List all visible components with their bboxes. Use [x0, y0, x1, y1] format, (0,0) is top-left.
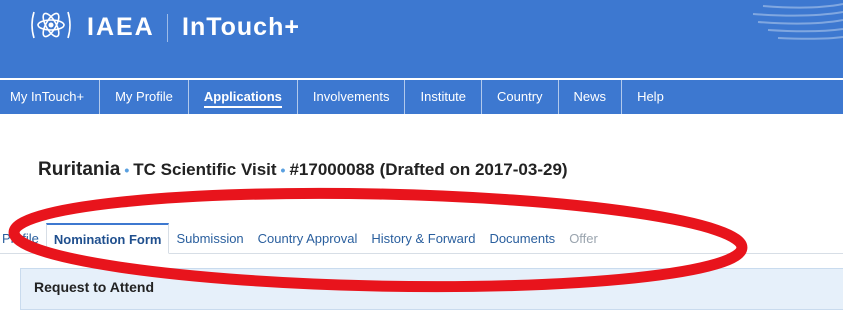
app-header: IAEA InTouch+ [0, 0, 843, 78]
nav-news[interactable]: News [559, 80, 623, 114]
page-title: Ruritania • TC Scientific Visit • #17000088 … [38, 159, 568, 181]
title-separator-dot: • [280, 162, 286, 178]
application-tabs: Profile Nomination Form Submission Count… [0, 222, 843, 254]
nav-applications[interactable]: Applications [189, 80, 298, 114]
page-title-drafted: (Drafted on 2017-03-29) [379, 160, 568, 179]
header-top-bar: IAEA InTouch+ [0, 0, 843, 48]
main-nav: My InTouch+ My Profile Applications Invo… [0, 80, 843, 114]
nav-country[interactable]: Country [482, 80, 559, 114]
atom-emblem-icon[interactable] [28, 8, 74, 42]
title-divider [167, 14, 168, 42]
tab-offer: Offer [569, 231, 598, 246]
tab-profile[interactable]: Profile [0, 225, 46, 253]
tab-submission[interactable]: Submission [169, 225, 250, 253]
nav-help[interactable]: Help [622, 80, 679, 114]
tab-country-approval[interactable]: Country Approval [251, 225, 365, 253]
page-title-id: #17000088 [289, 160, 375, 179]
page-title-type: TC Scientific Visit [133, 160, 277, 179]
nav-involvements[interactable]: Involvements [298, 80, 406, 114]
tab-documents[interactable]: Documents [482, 225, 562, 253]
request-panel: Request to Attend [20, 268, 843, 310]
org-name[interactable]: IAEA [87, 13, 155, 42]
app-title[interactable]: InTouch+ [182, 13, 300, 42]
nav-my-profile[interactable]: My Profile [100, 80, 189, 114]
title-separator-dot: • [124, 162, 130, 178]
nav-my-intouch[interactable]: My InTouch+ [0, 80, 101, 114]
panel-title: Request to Attend [34, 279, 155, 295]
tab-history-forward[interactable]: History & Forward [364, 225, 482, 253]
tab-nomination-form[interactable]: Nomination Form [45, 223, 170, 254]
header-swoosh-decoration [752, 3, 843, 40]
page-title-country: Ruritania [38, 159, 121, 180]
nav-institute[interactable]: Institute [405, 80, 483, 114]
